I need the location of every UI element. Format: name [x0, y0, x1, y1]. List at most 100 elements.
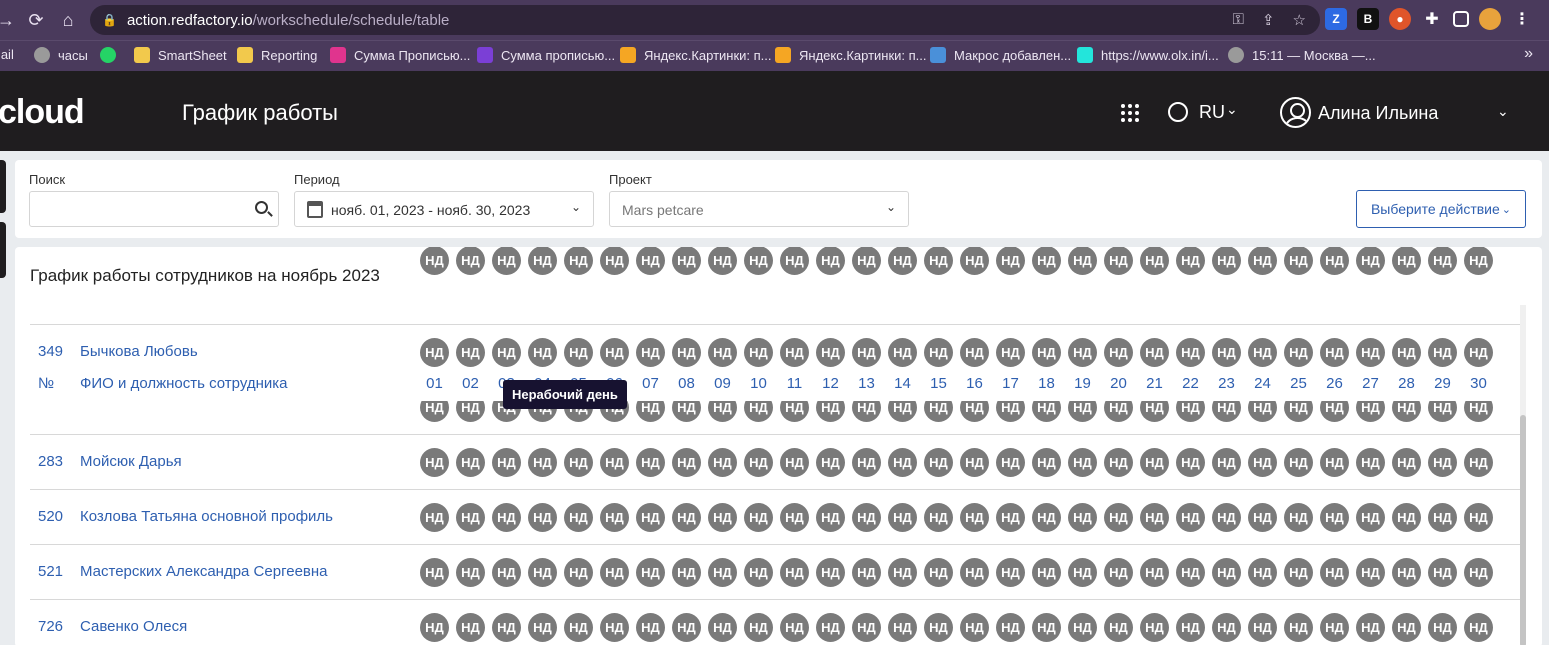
day-cell[interactable]: НД	[1104, 503, 1133, 532]
day-cell[interactable]: НД	[1320, 448, 1349, 477]
day-cell[interactable]: НД	[492, 503, 521, 532]
column-header-day[interactable]: 07	[636, 375, 665, 392]
bookmark-item[interactable]: Reporting	[237, 47, 317, 63]
employee-number[interactable]: 283	[38, 453, 63, 470]
day-cell[interactable]: НД	[1356, 558, 1385, 587]
column-header-day[interactable]: 12	[816, 375, 845, 392]
column-header-day[interactable]: 27	[1356, 375, 1385, 392]
column-header-day[interactable]: 22	[1176, 375, 1205, 392]
day-cell[interactable]: НД	[564, 448, 593, 477]
day-cell[interactable]: НД	[1248, 338, 1277, 367]
day-cell[interactable]: НД	[924, 448, 953, 477]
day-cell[interactable]: НД	[996, 448, 1025, 477]
day-cell[interactable]: НД	[888, 503, 917, 532]
day-cell[interactable]: НД	[456, 613, 485, 642]
day-cell[interactable]: НД	[1176, 338, 1205, 367]
employee-number[interactable]: 521	[38, 563, 63, 580]
day-cell[interactable]: НД	[1356, 247, 1385, 275]
day-cell[interactable]: НД	[816, 613, 845, 642]
day-cell[interactable]: НД	[456, 448, 485, 477]
day-cell[interactable]: НД	[1176, 558, 1205, 587]
column-header-day[interactable]: 26	[1320, 375, 1349, 392]
column-header-day[interactable]: 16	[960, 375, 989, 392]
day-cell[interactable]: НД	[600, 558, 629, 587]
day-cell[interactable]: НД	[564, 613, 593, 642]
day-cell[interactable]: НД	[924, 613, 953, 642]
day-cell[interactable]: НД	[960, 503, 989, 532]
day-cell[interactable]: НД	[492, 613, 521, 642]
day-cell[interactable]: НД	[1176, 247, 1205, 275]
day-cell[interactable]: НД	[1464, 247, 1493, 275]
column-header-number[interactable]: №	[38, 375, 54, 392]
day-cell[interactable]: НД	[924, 338, 953, 367]
day-cell[interactable]: НД	[852, 448, 881, 477]
bookmarks-overflow-button[interactable]: »	[1524, 45, 1533, 63]
bookmark-item[interactable]: Сумма прописью...	[477, 47, 615, 63]
address-bar[interactable]: 🔒 action.redfactory.io/workschedule/sche…	[90, 5, 1320, 35]
day-cell[interactable]: НД	[1392, 448, 1421, 477]
user-avatar-icon[interactable]	[1280, 97, 1311, 128]
employee-name[interactable]: Савенко Олеся	[80, 618, 187, 635]
day-cell[interactable]: НД	[456, 558, 485, 587]
day-cell[interactable]: НД	[1068, 503, 1097, 532]
day-cell[interactable]: НД	[456, 338, 485, 367]
day-cell[interactable]: НД	[960, 558, 989, 587]
day-cell[interactable]: НД	[1428, 247, 1457, 275]
day-cell[interactable]: НД	[1248, 613, 1277, 642]
column-header-day[interactable]: 20	[1104, 375, 1133, 392]
day-cell[interactable]: НД	[960, 338, 989, 367]
day-cell[interactable]: НД	[528, 503, 557, 532]
day-cell[interactable]: НД	[708, 448, 737, 477]
bookmark-item[interactable]: mail	[0, 47, 14, 62]
day-cell[interactable]: НД	[1320, 247, 1349, 275]
period-picker[interactable]: нояб. 01, 2023 - нояб. 30, 2023 ⌄	[294, 191, 594, 227]
day-cell[interactable]: НД	[1392, 613, 1421, 642]
day-cell[interactable]: НД	[492, 247, 521, 275]
day-cell[interactable]: НД	[1140, 558, 1169, 587]
column-header-day[interactable]: 08	[672, 375, 701, 392]
day-cell[interactable]: НД	[780, 613, 809, 642]
day-cell[interactable]: НД	[708, 503, 737, 532]
day-cell[interactable]: НД	[1284, 448, 1313, 477]
day-cell[interactable]: НД	[744, 613, 773, 642]
bookmark-item[interactable]: 15:11 — Москва —...	[1228, 47, 1376, 63]
day-cell[interactable]: НД	[636, 558, 665, 587]
day-cell[interactable]: НД	[1392, 503, 1421, 532]
sidebar-icon[interactable]	[1453, 11, 1469, 27]
day-cell[interactable]: НД	[1032, 613, 1061, 642]
day-cell[interactable]: НД	[1212, 558, 1241, 587]
column-header-name[interactable]: ФИО и должность сотрудника	[80, 375, 287, 392]
day-cell[interactable]: НД	[1320, 503, 1349, 532]
day-cell[interactable]: НД	[1104, 247, 1133, 275]
scrollbar-thumb[interactable]	[1520, 415, 1526, 645]
day-cell[interactable]: НД	[852, 503, 881, 532]
day-cell[interactable]: НД	[1428, 503, 1457, 532]
column-header-day[interactable]: 24	[1248, 375, 1277, 392]
day-cell[interactable]: НД	[600, 503, 629, 532]
key-icon[interactable]: ⚿	[1233, 11, 1244, 29]
column-header-day[interactable]: 30	[1464, 375, 1493, 392]
column-header-day[interactable]: 01	[420, 375, 449, 392]
day-cell[interactable]: НД	[672, 338, 701, 367]
column-header-day[interactable]: 14	[888, 375, 917, 392]
day-cell[interactable]: НД	[1176, 448, 1205, 477]
day-cell[interactable]: НД	[420, 448, 449, 477]
day-cell[interactable]: НД	[744, 247, 773, 275]
day-cell[interactable]: НД	[528, 613, 557, 642]
day-cell[interactable]: НД	[996, 558, 1025, 587]
column-header-day[interactable]: 23	[1212, 375, 1241, 392]
profile-avatar-icon[interactable]	[1479, 8, 1501, 30]
column-header-day[interactable]: 29	[1428, 375, 1457, 392]
day-cell[interactable]: НД	[888, 247, 917, 275]
bookmark-item[interactable]: SmartSheet	[134, 47, 227, 63]
day-cell[interactable]: НД	[1464, 338, 1493, 367]
column-header-day[interactable]: 13	[852, 375, 881, 392]
day-cell[interactable]: НД	[600, 247, 629, 275]
day-cell[interactable]: НД	[960, 448, 989, 477]
day-cell[interactable]: НД	[1176, 613, 1205, 642]
day-cell[interactable]: НД	[708, 558, 737, 587]
puzzle-icon[interactable]: ✚	[1421, 8, 1443, 30]
day-cell[interactable]: НД	[744, 503, 773, 532]
column-header-day[interactable]: 21	[1140, 375, 1169, 392]
day-cell[interactable]: НД	[1464, 613, 1493, 642]
